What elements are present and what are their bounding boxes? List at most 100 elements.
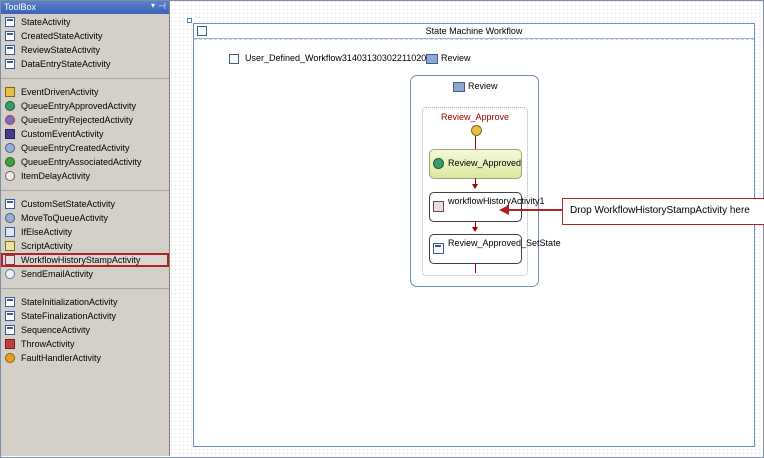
- toolbox-item-label: StateInitializationActivity: [21, 297, 118, 307]
- toolbox-item-sendemailactivity[interactable]: SendEmailActivity: [1, 267, 169, 281]
- state-icon: [5, 59, 15, 69]
- connector-line: [475, 136, 476, 149]
- event-driven-icon: [471, 125, 482, 136]
- toolbox-item-label: SendEmailActivity: [21, 269, 94, 279]
- toolbox-item-workflowhistorystampactivity[interactable]: WorkflowHistoryStampActivity: [1, 253, 169, 267]
- connector-arrow[interactable]: [472, 227, 478, 232]
- toolbox-item-createdstateactivity[interactable]: CreatedStateActivity: [1, 29, 169, 43]
- toolbox-item-label: QueueEntryApprovedActivity: [21, 101, 137, 111]
- throw-icon: [5, 339, 15, 349]
- toolbox-item-label: StateFinalizationActivity: [21, 311, 117, 321]
- activity-label: Review_Approved_SetState: [448, 238, 561, 248]
- connector-line: [475, 263, 476, 273]
- toolbox-group-structure: StateInitializationActivity StateFinaliz…: [1, 295, 169, 365]
- send-email-icon: [5, 269, 15, 279]
- toolbox-item-label: StateActivity: [21, 17, 71, 27]
- queue-rejected-icon: [5, 115, 15, 125]
- event-driven-icon: [5, 87, 15, 97]
- toolbox-title: ToolBox: [4, 2, 37, 12]
- workflow-separator: :: [419, 53, 422, 63]
- toolbox-item-customeventactivity[interactable]: CustomEventActivity: [1, 127, 169, 141]
- toolbox-item-label: ReviewStateActivity: [21, 45, 101, 55]
- toolbox-separator: [1, 190, 169, 191]
- toolbox-header: ToolBox ▾ ⊣: [1, 1, 169, 14]
- queue-approved-icon: [5, 101, 15, 111]
- fault-handler-icon: [5, 353, 15, 363]
- callout-arrow-line: [509, 209, 562, 211]
- state-icon: [5, 31, 15, 41]
- toolbox-item-dataentrystateactivity[interactable]: DataEntryStateActivity: [1, 57, 169, 71]
- history-stamp-icon: [5, 255, 15, 265]
- drop-hint-callout: Drop WorkflowHistoryStampActivity here: [562, 198, 764, 225]
- toolbox-group-actions: CustomSetStateActivity MoveToQueueActivi…: [1, 197, 169, 281]
- toolbox-item-customsetstateactivity[interactable]: CustomSetStateActivity: [1, 197, 169, 211]
- toolbox-item-label: CreatedStateActivity: [21, 31, 103, 41]
- dropdown-icon[interactable]: ▾: [151, 1, 155, 10]
- toolbox-item-queueentryrejectedactivity[interactable]: QueueEntryRejectedActivity: [1, 113, 169, 127]
- toolbox-item-label: QueueEntryRejectedActivity: [21, 115, 134, 125]
- state-icon: [426, 54, 438, 64]
- workflow-designer: State Machine Workflow User_Defined_Work…: [171, 1, 764, 456]
- toolbox-item-label: QueueEntryCreatedActivity: [21, 143, 130, 153]
- toolbox-item-stateactivity[interactable]: StateActivity: [1, 15, 169, 29]
- toolbox-item-statefinalizationactivity[interactable]: StateFinalizationActivity: [1, 309, 169, 323]
- toolbox-item-label: SequenceActivity: [21, 325, 91, 335]
- toolbox-item-movetoqueueactivity[interactable]: MoveToQueueActivity: [1, 211, 169, 225]
- activity-review-approved[interactable]: Review_Approved: [429, 149, 522, 179]
- toolbox-item-faulthandleractivity[interactable]: FaultHandlerActivity: [1, 351, 169, 365]
- state-icon: [5, 17, 15, 27]
- toolbox-separator: [1, 78, 169, 79]
- toolbox-item-queueentryassociatedactivity[interactable]: QueueEntryAssociatedActivity: [1, 155, 169, 169]
- queue-approved-icon: [433, 158, 444, 169]
- set-state-icon: [433, 243, 444, 254]
- callout-arrow-head: [499, 205, 509, 215]
- toolbox-item-ifelseactivity[interactable]: IfElseActivity: [1, 225, 169, 239]
- pin-icon[interactable]: ⊣: [158, 1, 166, 12]
- toolbox-item-label: IfElseActivity: [21, 227, 73, 237]
- toolbox-item-label: EventDrivenActivity: [21, 87, 99, 97]
- toolbox-item-label: CustomEventActivity: [21, 129, 104, 139]
- toolbox-panel: ToolBox ▾ ⊣ StateActivity CreatedStateAc…: [1, 1, 170, 456]
- history-stamp-icon: [433, 201, 444, 212]
- toolbox-group-events: EventDrivenActivity QueueEntryApprovedAc…: [1, 85, 169, 183]
- initial-state-link[interactable]: Review: [441, 53, 471, 63]
- designer-anchor-handle[interactable]: [187, 18, 192, 23]
- workflow-icon: [229, 54, 239, 64]
- toolbox-item-queueentrycreatedactivity[interactable]: QueueEntryCreatedActivity: [1, 141, 169, 155]
- toolbox-item-reviewstateactivity[interactable]: ReviewStateActivity: [1, 43, 169, 57]
- toolbox-item-label: FaultHandlerActivity: [21, 353, 102, 363]
- toolbox-group-states: StateActivity CreatedStateActivity Revie…: [1, 15, 169, 71]
- activity-review-approved-setstate[interactable]: Review_Approved_SetState: [429, 234, 561, 264]
- toolbox-item-label: WorkflowHistoryStampActivity: [21, 255, 141, 265]
- delay-icon: [5, 171, 15, 181]
- callout-text: Drop WorkflowHistoryStampActivity here: [570, 205, 750, 216]
- workflow-name[interactable]: User_Defined_Workflow314031303022110200: [245, 53, 431, 63]
- toolbox-item-label: ThrowActivity: [21, 339, 75, 349]
- toolbox-separator: [1, 288, 169, 289]
- event-driven-review-approve[interactable]: Review_Approve Review_Approved workflowH…: [422, 107, 561, 276]
- event-driven-title: Review_Approve: [440, 112, 510, 122]
- queue-associated-icon: [5, 157, 15, 167]
- script-icon: [5, 241, 15, 251]
- state-icon: [453, 82, 465, 92]
- toolbox-item-scriptactivity[interactable]: ScriptActivity: [1, 239, 169, 253]
- toolbox-item-throwactivity[interactable]: ThrowActivity: [1, 337, 169, 351]
- custom-event-icon: [5, 129, 15, 139]
- drop-target-arrow[interactable]: [472, 184, 478, 189]
- toolbox-item-label: ScriptActivity: [21, 241, 73, 251]
- move-queue-icon: [5, 213, 15, 223]
- toolbox-item-itemdelayactivity[interactable]: ItemDelayActivity: [1, 169, 169, 183]
- toolbox-item-queueentryapprovedactivity[interactable]: QueueEntryApprovedActivity: [1, 99, 169, 113]
- toolbox-item-label: MoveToQueueActivity: [21, 213, 109, 223]
- state-machine-workflow[interactable]: State Machine Workflow User_Defined_Work…: [193, 23, 764, 447]
- state-init-icon: [5, 297, 15, 307]
- toolbox-item-eventdrivenactivity[interactable]: EventDrivenActivity: [1, 85, 169, 99]
- state-review[interactable]: Review Review_Approve Review_Approved wo…: [410, 75, 561, 287]
- queue-created-icon: [5, 143, 15, 153]
- if-else-icon: [5, 227, 15, 237]
- workflow-title-bar: State Machine Workflow: [194, 24, 754, 39]
- toolbox-item-stateinitializationactivity[interactable]: StateInitializationActivity: [1, 295, 169, 309]
- state-final-icon: [5, 311, 15, 321]
- state-title: Review: [468, 81, 498, 91]
- toolbox-item-sequenceactivity[interactable]: SequenceActivity: [1, 323, 169, 337]
